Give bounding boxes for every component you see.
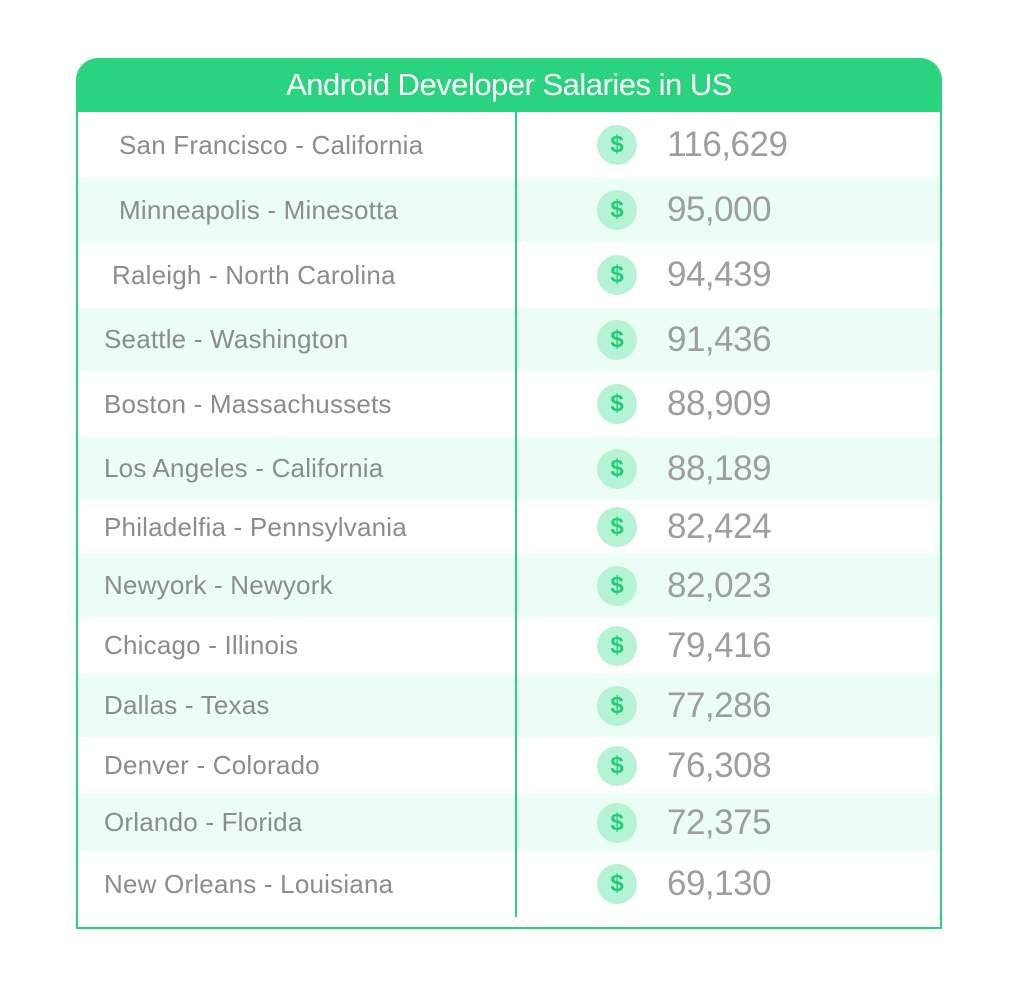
salary-value: 69,130: [667, 864, 772, 903]
location-cell: Philadelfia - Pennsylvania: [104, 511, 407, 542]
location-cell: Raleigh - North Carolina: [112, 259, 396, 290]
location-cell: Dallas - Texas: [104, 690, 270, 720]
table-row: Denver - Colorado $76,308: [78, 737, 940, 794]
dollar-coin-icon: $: [597, 255, 637, 295]
salary-value: 77,286: [667, 685, 772, 725]
dollar-coin-icon: $: [597, 507, 637, 547]
salary-cell: $95,000: [517, 190, 772, 230]
salary-cell: $76,308: [517, 745, 772, 786]
dollar-coin-icon: $: [597, 125, 637, 165]
salary-cell: $82,424: [517, 507, 772, 547]
dollar-coin-icon: $: [597, 685, 637, 726]
table-row: Seattle - Washington $91,436: [78, 308, 940, 371]
table-row: Orlando - Florida $72,375: [78, 794, 940, 851]
dollar-coin-icon: $: [597, 625, 637, 666]
salary-cell: $82,023: [517, 565, 772, 606]
location-cell: Denver - Colorado: [104, 750, 320, 780]
salary-value: 95,000: [667, 190, 772, 229]
location-cell: Newyork - Newyork: [104, 570, 333, 600]
salary-value: 76,308: [667, 745, 772, 785]
table-row: Newyork - Newyork $82,023: [78, 554, 940, 617]
salary-table: Android Developer Salaries in US San Fra…: [76, 58, 942, 929]
dollar-coin-icon: $: [597, 745, 637, 786]
salary-value: 116,629: [667, 125, 788, 164]
salary-value: 88,189: [667, 448, 772, 488]
dollar-coin-icon: $: [597, 190, 637, 230]
dollar-coin-icon: $: [597, 448, 637, 489]
location-cell: Orlando - Florida: [104, 807, 303, 837]
salary-value: 91,436: [667, 319, 772, 359]
salary-value: 88,909: [667, 384, 772, 423]
location-cell: Chicago - Illinois: [104, 630, 299, 660]
salary-value: 94,439: [667, 255, 772, 294]
table-row: Philadelfia - Pennsylvania $82,424: [78, 500, 940, 554]
dollar-coin-icon: $: [597, 864, 637, 904]
location-cell: San Francisco - California: [119, 129, 424, 160]
salary-value: 79,416: [667, 625, 772, 665]
location-cell: New Orleans - Louisiana: [104, 868, 394, 899]
salary-value: 82,023: [667, 565, 772, 605]
salary-cell: $94,439: [517, 255, 772, 295]
salary-cell: $88,909: [517, 384, 772, 424]
salary-cell: $91,436: [517, 319, 772, 360]
table-row: Minneapolis - Minesotta $95,000: [78, 178, 940, 242]
location-cell: Boston - Massachussets: [104, 388, 392, 419]
salary-value: 72,375: [667, 802, 772, 842]
location-cell: Seattle - Washington: [104, 324, 349, 354]
table-row: San Francisco - California $116,629: [78, 112, 940, 178]
location-cell: Minneapolis - Minesotta: [119, 194, 399, 225]
table-row: Dallas - Texas $77,286: [78, 674, 940, 737]
salary-cell: $116,629: [517, 125, 788, 165]
table-row: Raleigh - North Carolina $94,439: [78, 242, 940, 308]
salary-cell: $72,375: [517, 802, 772, 843]
table-row: Chicago - Illinois $79,416: [78, 617, 940, 674]
table-title: Android Developer Salaries in US: [78, 58, 940, 112]
location-cell: Los Angeles - California: [104, 453, 384, 483]
dollar-coin-icon: $: [597, 319, 637, 360]
salary-cell: $69,130: [517, 864, 772, 904]
table-row: Boston - Massachussets $88,909: [78, 371, 940, 437]
dollar-coin-icon: $: [597, 384, 637, 424]
salary-value: 82,424: [667, 507, 772, 546]
table-body: San Francisco - California $116,629 Minnea…: [78, 112, 940, 917]
salary-cell: $77,286: [517, 685, 772, 726]
column-divider: [515, 112, 517, 917]
table-row: Los Angeles - California $88,189: [78, 437, 940, 500]
salary-cell: $79,416: [517, 625, 772, 666]
dollar-coin-icon: $: [597, 565, 637, 606]
salary-cell: $88,189: [517, 448, 772, 489]
table-row: New Orleans - Louisiana $69,130: [78, 851, 940, 917]
dollar-coin-icon: $: [597, 802, 637, 843]
